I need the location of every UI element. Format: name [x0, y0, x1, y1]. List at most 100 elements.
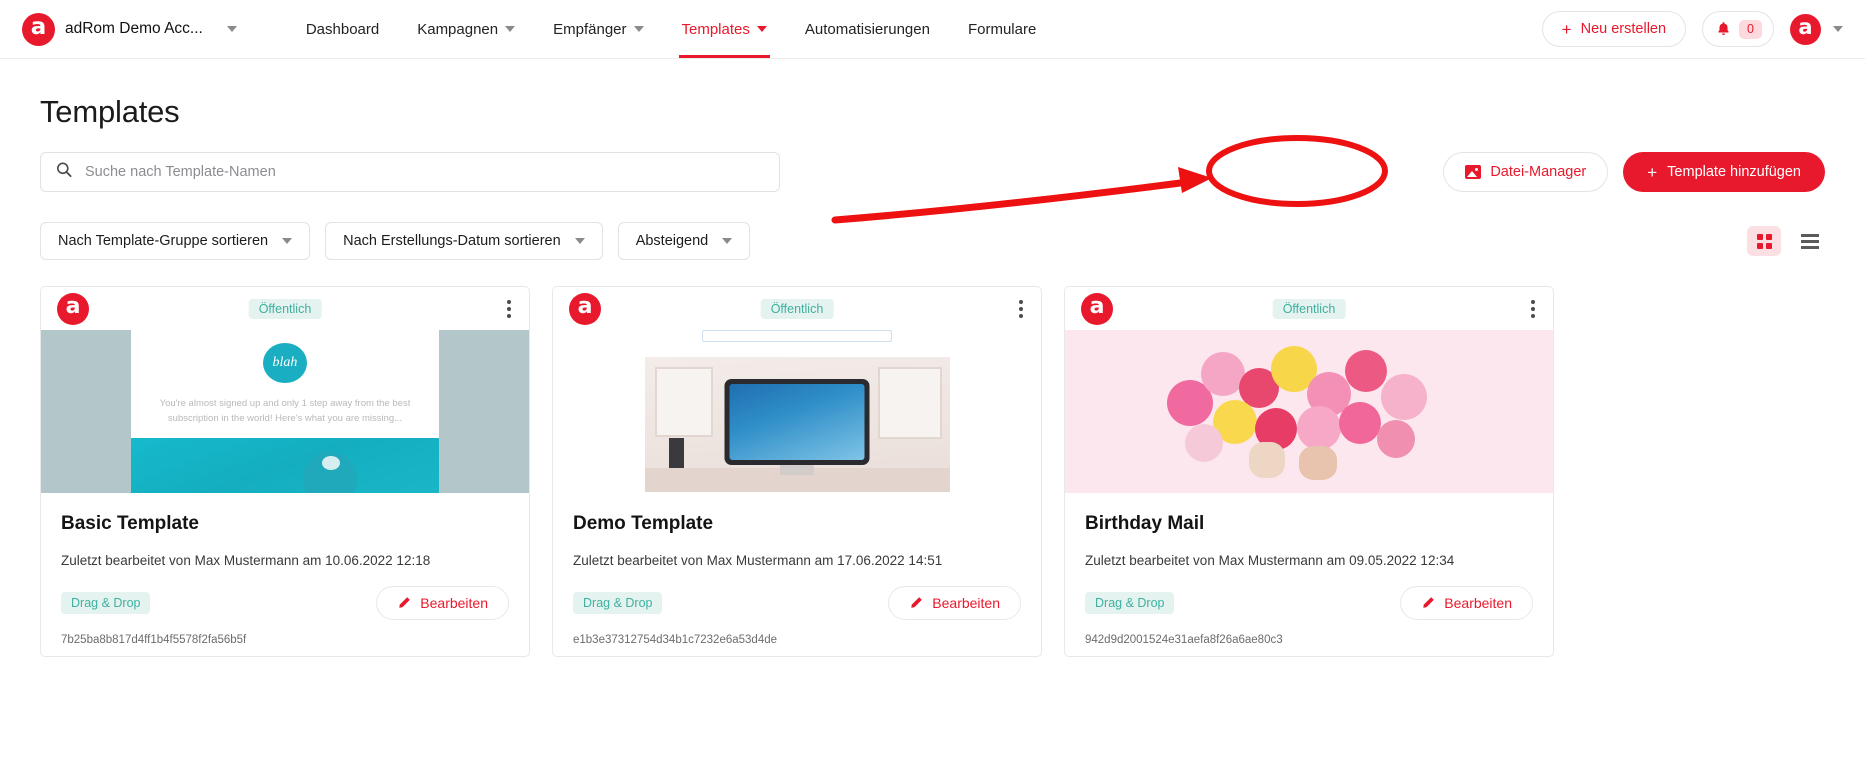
app-logo-icon: a [22, 12, 55, 46]
card-tag-row: Drag & Drop Bearbeiten [573, 586, 1021, 620]
chevron-down-icon [722, 238, 733, 244]
nav-label: Templates [681, 20, 750, 38]
card-tag-row: Drag & Drop Bearbeiten [61, 586, 509, 620]
chevron-down-icon [1833, 26, 1843, 32]
template-id: 7b25ba8b817d4ff1b4f5578f2fa56b5f [61, 634, 247, 646]
list-view-button[interactable] [1795, 226, 1825, 256]
template-type-badge: Drag & Drop [573, 592, 663, 614]
preview-speaker [668, 438, 684, 468]
search-input[interactable] [40, 152, 780, 192]
main-menu: Dashboard Kampagnen Empfänger Templates … [287, 0, 1055, 58]
nav-item-kampagnen[interactable]: Kampagnen [398, 0, 534, 58]
file-manager-button[interactable]: Datei-Manager [1443, 152, 1609, 192]
filter-template-group[interactable]: Nach Template-Gruppe sortieren [40, 222, 311, 260]
file-manager-label: Datei-Manager [1490, 164, 1587, 180]
pencil-icon [911, 597, 923, 608]
grid-view-button[interactable] [1747, 226, 1781, 256]
nav-item-formulare[interactable]: Formulare [949, 0, 1055, 58]
pencil-icon [1423, 597, 1435, 608]
preview-side-left [41, 330, 131, 493]
template-card-grid: a Öffentlich blah You're almost signed u… [40, 286, 1825, 657]
edit-label: Bearbeiten [932, 595, 1000, 611]
account-switcher[interactable]: a adRom Demo Acc... [22, 12, 237, 46]
preview-window-left [654, 367, 713, 437]
view-toggle-group [1747, 226, 1825, 256]
preview-text: You're almost signed up and only 1 step … [159, 398, 411, 424]
preview-topbar [702, 330, 892, 342]
notification-count-badge: 0 [1739, 19, 1762, 39]
create-new-button[interactable]: + Neu erstellen [1541, 11, 1687, 47]
pencil-icon [399, 597, 411, 608]
chevron-down-icon [226, 26, 237, 32]
filter-creation-date[interactable]: Nach Erstellungs-Datum sortieren [325, 222, 603, 260]
page-content: Templates Datei-Manager + Template hinzu… [0, 94, 1865, 657]
account-name: adRom Demo Acc... [65, 20, 203, 37]
card-body: Demo Template Zuletzt bearbeitet von Max… [553, 493, 1041, 620]
filter-label: Absteigend [635, 233, 709, 249]
template-preview [1065, 330, 1553, 493]
nav-label: Automatisierungen [804, 20, 930, 38]
filter-group: Nach Template-Gruppe sortieren Nach Erst… [40, 222, 751, 260]
chevron-down-icon [574, 238, 585, 244]
card-tag-row: Drag & Drop Bearbeiten [1085, 586, 1533, 620]
create-new-label: Neu erstellen [1580, 21, 1667, 37]
image-icon [1465, 165, 1482, 179]
visibility-badge: Öffentlich [760, 298, 834, 319]
preview-photo [1149, 334, 1469, 484]
template-meta: Zuletzt bearbeitet von Max Mustermann am… [61, 553, 431, 568]
card-options-button[interactable] [1527, 296, 1539, 322]
preview-side-right [439, 330, 529, 493]
filter-label: Nach Erstellungs-Datum sortieren [343, 233, 561, 249]
card-header: a Öffentlich [553, 287, 1041, 330]
template-type-badge: Drag & Drop [1085, 592, 1175, 614]
card-options-button[interactable] [503, 296, 515, 322]
nav-label: Formulare [967, 20, 1037, 38]
chevron-down-icon [633, 26, 644, 32]
filter-sort-direction[interactable]: Absteigend [617, 222, 751, 260]
nav-item-empfaenger[interactable]: Empfänger [534, 0, 662, 58]
add-template-button[interactable]: + Template hinzufügen [1623, 152, 1825, 192]
toolbar-actions: Datei-Manager + Template hinzufügen [1443, 152, 1825, 192]
edit-label: Bearbeiten [1444, 595, 1512, 611]
template-card[interactable]: a Öffentlich Birthday Mail Zuletzt bearb… [1064, 286, 1554, 657]
preview-photo [644, 357, 950, 492]
template-card[interactable]: a Öffentlich Demo Template Zuletzt bearb… [552, 286, 1042, 657]
template-meta: Zuletzt bearbeitet von Max Mustermann am… [573, 553, 943, 568]
edit-label: Bearbeiten [420, 595, 488, 611]
notifications-button[interactable]: 0 [1702, 11, 1774, 47]
edit-template-button[interactable]: Bearbeiten [1400, 586, 1533, 620]
nav-item-templates[interactable]: Templates [663, 0, 786, 58]
template-card[interactable]: a Öffentlich blah You're almost signed u… [40, 286, 530, 657]
card-header: a Öffentlich [41, 287, 529, 330]
top-navigation-bar: a adRom Demo Acc... Dashboard Kampagnen … [0, 0, 1865, 59]
user-menu[interactable]: a [1790, 13, 1843, 45]
visibility-badge: Öffentlich [1272, 298, 1346, 319]
header-actions: + Neu erstellen 0 a [1541, 11, 1843, 47]
template-title: Birthday Mail [1085, 513, 1205, 534]
preview-window-right [877, 367, 942, 439]
avatar: a [1790, 13, 1821, 45]
preview-center: blah You're almost signed up and only 1 … [131, 330, 439, 493]
filter-label: Nach Template-Gruppe sortieren [58, 233, 269, 249]
edit-template-button[interactable]: Bearbeiten [888, 586, 1021, 620]
template-type-badge: Drag & Drop [61, 592, 151, 614]
nav-label: Kampagnen [417, 20, 499, 38]
bell-icon [1718, 22, 1729, 35]
edit-template-button[interactable]: Bearbeiten [376, 586, 509, 620]
add-template-label: Template hinzufügen [1667, 164, 1801, 180]
card-body: Basic Template Zuletzt bearbeitet von Ma… [41, 493, 529, 620]
visibility-badge: Öffentlich [248, 298, 322, 319]
nav-item-automatisierungen[interactable]: Automatisierungen [786, 0, 949, 58]
template-title: Demo Template [573, 513, 714, 534]
template-logo-icon: a [569, 292, 601, 325]
chevron-down-icon [282, 238, 293, 244]
preview-photo [131, 437, 439, 493]
template-id: e1b3e37312754d34b1c7232e6a53d4de [573, 634, 778, 646]
template-id: 942d9d2001524e31aefa8f26a6ae80c3 [1085, 634, 1283, 646]
preview-monitor-stand [780, 465, 814, 475]
card-options-button[interactable] [1015, 296, 1027, 322]
nav-item-dashboard[interactable]: Dashboard [287, 0, 398, 58]
template-logo-icon: a [1081, 292, 1113, 325]
template-preview [553, 330, 1041, 493]
card-body: Birthday Mail Zuletzt bearbeitet von Max… [1065, 493, 1553, 620]
